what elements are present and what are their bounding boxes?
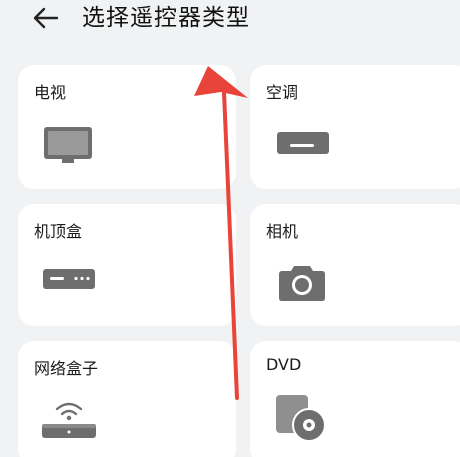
device-card-tv[interactable]: 电视 bbox=[18, 65, 236, 189]
device-label: 空调 bbox=[266, 83, 299, 102]
dvd-icon bbox=[276, 395, 326, 442]
device-card-dvd[interactable]: DVD bbox=[250, 341, 460, 457]
device-label: 相机 bbox=[266, 222, 299, 241]
air-conditioner-icon bbox=[277, 132, 329, 154]
arrow-left-icon[interactable] bbox=[30, 2, 62, 34]
camera-icon bbox=[279, 266, 325, 301]
device-label: 网络盒子 bbox=[34, 359, 99, 378]
tv-icon bbox=[44, 127, 92, 163]
device-label: DVD bbox=[266, 355, 302, 374]
device-card-set-top-box[interactable]: 机顶盒 bbox=[18, 204, 236, 326]
device-label: 电视 bbox=[34, 83, 67, 102]
device-card-network-box[interactable]: 网络盒子 bbox=[18, 341, 236, 457]
device-card-air-conditioner[interactable]: 空调 bbox=[250, 65, 460, 189]
page-title: 选择遥控器类型 bbox=[82, 5, 250, 31]
device-label: 机顶盒 bbox=[34, 222, 83, 241]
header-bar: 选择遥控器类型 bbox=[0, 0, 460, 48]
set-top-box-icon bbox=[43, 269, 95, 289]
remote-type-screen: 选择遥控器类型 电视 空调 机顶盒 相机 网络盒子 DVD bbox=[0, 0, 460, 457]
device-card-camera[interactable]: 相机 bbox=[250, 204, 460, 326]
network-box-icon bbox=[42, 402, 96, 438]
